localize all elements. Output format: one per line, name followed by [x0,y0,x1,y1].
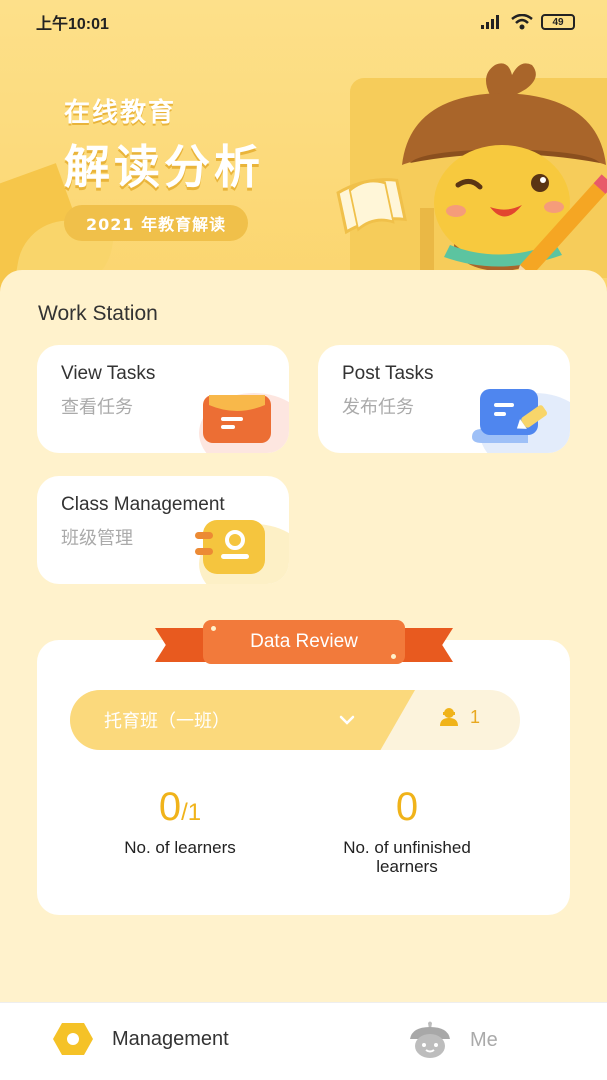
card-subtitle: 查看任务 [61,397,133,418]
tab-management[interactable]: Management [52,1021,229,1057]
learners-total: /1 [181,799,202,826]
acorn-mascot-illustration [336,63,607,275]
hexagon-management-icon [53,1023,93,1055]
workstation-title: Work Station [38,302,158,325]
learners-stat: 0/1 No. of learners [60,785,300,857]
card-title: Class Management [61,494,225,515]
acorn-profile-icon [410,1021,450,1058]
unfinished-learners-stat: 0 No. of unfinished learners [287,785,527,876]
card-subtitle: 发布任务 [342,397,414,418]
unfinished-count: 0 [395,785,419,829]
hero-banner: 在线教育 解读分析 2021 年教育解读 [0,0,607,300]
status-bar: 上午10:01 49 [0,0,607,44]
battery-icon: 49 [541,14,575,30]
learners-label: No. of learners [124,838,236,857]
chevron-down-icon[interactable] [338,711,356,729]
banner-year-pill: 2021 年教育解读 [64,205,249,241]
status-time: 上午10:01 [36,16,109,33]
bottom-tab-bar: Management Me [0,1002,607,1080]
main-content: Work Station View Tasks 查看任务 Post Tasks … [0,270,607,1002]
card-title: Post Tasks [342,363,434,384]
notebook-icon [195,520,265,574]
wifi-icon [511,14,533,30]
post-tasks-card[interactable]: Post Tasks 发布任务 [318,345,570,453]
tab-label: Management [112,1027,229,1050]
banner-title: 解读分析 [64,140,264,194]
learners-count: 0 [158,785,182,829]
data-review-ribbon: Data Review [155,620,453,670]
data-review-title: Data Review [203,620,405,664]
post-document-icon [472,389,548,443]
member-count: 1 [438,706,480,728]
tab-me[interactable]: Me [408,1021,498,1059]
signal-icon [481,15,499,29]
class-management-card[interactable]: Class Management 班级管理 [37,476,289,584]
task-list-icon [203,395,271,443]
banner-subtitle: 在线教育 [64,98,177,128]
class-selector[interactable]: 托育班（一班） 1 [70,690,520,750]
banner-text: 在线教育 解读分析 2021 年教育解读 [64,92,264,241]
tab-label: Me [470,1028,498,1051]
class-dropdown-value: 托育班（一班） [104,711,230,732]
person-icon [440,708,458,726]
view-tasks-card[interactable]: View Tasks 查看任务 [37,345,289,453]
member-count-value: 1 [470,706,481,727]
class-dropdown[interactable]: 托育班（一班） [70,690,415,750]
card-title: View Tasks [61,363,156,384]
card-subtitle: 班级管理 [61,528,133,549]
unfinished-label: No. of unfinished learners [343,838,471,876]
